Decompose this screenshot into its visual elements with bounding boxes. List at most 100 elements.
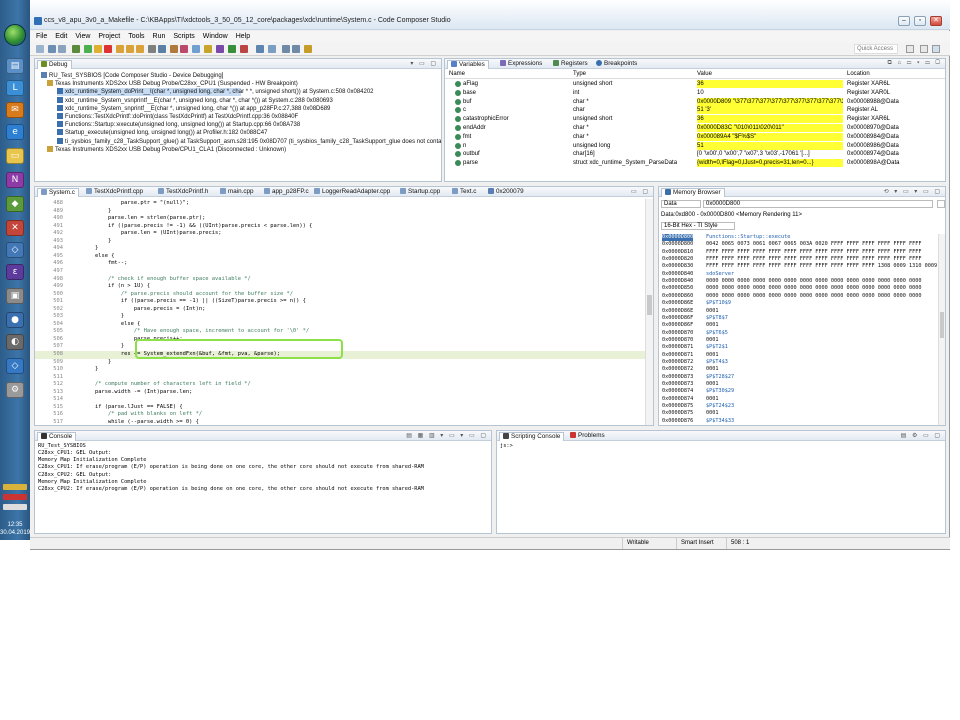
debug-tree-item[interactable]: xdc_runtime_System_snprintf__E(char *, u… — [57, 104, 330, 113]
save-all-icon[interactable] — [58, 45, 66, 53]
editor-tab[interactable]: Text.c — [449, 188, 479, 197]
app-icon-13[interactable]: ◐ — [6, 334, 24, 350]
variable-row[interactable]: c char 51 '3' Register AL — [445, 106, 945, 115]
app-icon-1[interactable]: ▤ — [6, 58, 24, 74]
variable-row[interactable]: catastrophicError unsigned short 36 Registe… — [445, 115, 945, 124]
memory-row[interactable]: 0x0000D870 $P$T6$5 — [659, 330, 939, 337]
code-line[interactable]: 502 parse.precis = (Int)n; — [35, 306, 647, 314]
variable-value[interactable]: 36 — [697, 115, 843, 124]
col-type[interactable]: Type — [573, 70, 693, 78]
code-line[interactable]: 494 } — [35, 245, 647, 253]
step-over-icon[interactable] — [126, 45, 134, 53]
code-line[interactable]: 515 if (parse.lJust == FALSE) { — [35, 404, 647, 412]
variable-row[interactable]: n unsigned long 51 0x00008986@Data — [445, 141, 945, 150]
code-line[interactable]: 510 } — [35, 366, 647, 374]
folder-icon[interactable]: ▭ — [6, 148, 24, 164]
save-icon[interactable] — [48, 45, 56, 53]
code-line[interactable]: 497 — [35, 268, 647, 276]
code-line[interactable]: 492 parse.len = (UInt)parse.precis; — [35, 230, 647, 238]
tab-memory-browser[interactable]: Memory Browser — [661, 188, 725, 197]
variable-value[interactable]: 0x000089A4 "$F%$S" — [697, 132, 843, 141]
variable-value[interactable]: 51 '3' — [697, 106, 843, 115]
app-icon-2[interactable]: L — [6, 80, 24, 96]
memory-row[interactable]: 0x0000D874 $P$T30$29 — [659, 388, 939, 395]
memory-row[interactable]: 0x0000D800 0042 0065 0073 0061 0067 0065 … — [659, 241, 939, 248]
memory-row[interactable]: 0x0000D870 0001 — [659, 337, 939, 344]
debug-tree-item[interactable]: RU_Test_SYSBIOS [Code Composer Studio - … — [41, 72, 223, 80]
onenote-icon[interactable]: N — [6, 172, 24, 188]
code-line[interactable]: 509 } — [35, 359, 647, 367]
tab-problems[interactable]: Problems — [567, 432, 608, 441]
menu-edit[interactable]: Edit — [55, 33, 67, 40]
search-icon[interactable] — [256, 45, 264, 53]
code-editor[interactable]: 488 parse.ptr = "(null)"; 489 } 490 parse.… — [35, 199, 647, 425]
build-icon[interactable] — [170, 45, 178, 53]
code-line[interactable]: 501 if ((parse.precis == -1) || ((SizeT)… — [35, 298, 647, 306]
code-line[interactable]: 500 /* parse.precis should account for t… — [35, 291, 647, 299]
code-line[interactable]: 488 parse.ptr = "(null)"; — [35, 200, 647, 208]
code-line[interactable]: 498 /* check if enough buffer space avai… — [35, 276, 647, 284]
minimize-button[interactable]: – — [898, 16, 910, 26]
debug-tree-item[interactable]: Texas Instruments XDS2xx USB Debug Probe… — [47, 80, 298, 88]
memory-row[interactable]: 0x0000D86F 0001 — [659, 322, 939, 329]
nav-back-icon[interactable] — [282, 45, 290, 53]
variable-value[interactable]: 51 — [697, 141, 843, 150]
memory-scrollbar[interactable] — [938, 234, 945, 425]
debug-tree-item[interactable]: ti_sysbios_family_c28_TaskSupport_glue()… — [57, 137, 441, 146]
code-line[interactable]: 516 /* pad with blanks on left */ — [35, 411, 647, 419]
maximize-button[interactable]: ▫ — [914, 16, 926, 26]
tab-breakpoints[interactable]: Breakpoints — [593, 60, 640, 69]
variable-row[interactable]: aFlag unsigned short 36 Register XAR6L — [445, 80, 945, 88]
menu-view[interactable]: View — [75, 33, 90, 40]
memory-row[interactable]: 0x0000D872 $P$T4$3 — [659, 359, 939, 366]
reset-icon[interactable] — [148, 45, 156, 53]
editor-tab[interactable]: LoggerReadAdapter.cpp — [311, 188, 393, 197]
load-program-icon[interactable] — [192, 45, 200, 53]
variable-row[interactable]: endAddr char * 0x0000D83C "\010\011\020\01… — [445, 124, 945, 132]
tab-console[interactable]: Console — [37, 432, 77, 441]
scripting-controls[interactable]: ▤ ⚙ ▭ ▢ — [901, 432, 942, 439]
variable-value[interactable]: 0x0000D809 "\377\377\377\377\377\377\377… — [697, 97, 843, 106]
ccs-icon[interactable]: ● — [6, 312, 24, 328]
app-icon-3[interactable]: ✉ — [6, 102, 24, 118]
app-icon-10[interactable]: ε — [6, 264, 24, 280]
pin-icon[interactable] — [304, 45, 312, 53]
debug-tree-item[interactable]: Texas Instruments XDS2xx USB Debug Probe… — [47, 145, 286, 154]
memory-row[interactable]: 0x0000D86F $P$T8$7 — [659, 315, 939, 322]
resume-icon[interactable] — [84, 45, 92, 53]
memory-row[interactable]: 0x0000D810 FFFF FFFF FFFF FFFF FFFF FFFF … — [659, 249, 939, 256]
editor-tab[interactable]: TestXdcPrintf.cpp — [83, 188, 146, 197]
code-line[interactable]: 490 parse.len = strlen(parse.ptr); — [35, 215, 647, 223]
variable-row[interactable]: outbuf char[16] [0 '\x00',0 '\x00',7 '\x07… — [445, 150, 945, 158]
app-icon-11[interactable]: ▣ — [6, 288, 24, 304]
app-icon-8[interactable]: ✕ — [6, 220, 24, 236]
open-perspective-icon[interactable] — [906, 45, 914, 53]
code-line[interactable]: 495 else { — [35, 253, 647, 261]
new-icon[interactable] — [36, 45, 44, 53]
editor-tab[interactable]: 0x200079 — [485, 188, 527, 197]
editor-scroll-thumb[interactable] — [647, 295, 652, 315]
script-prompt[interactable]: js:> — [500, 443, 513, 450]
menu-run[interactable]: Run — [153, 33, 166, 40]
menu-window[interactable]: Window — [203, 33, 228, 40]
editor-tab[interactable]: System.c — [37, 188, 79, 197]
variable-row[interactable]: buf char * 0x0000D809 "\377\377\377\377\37… — [445, 97, 945, 106]
prev-edit-icon[interactable] — [268, 45, 276, 53]
memory-row[interactable]: 0x0000D875 0001 — [659, 410, 939, 417]
code-line[interactable]: 491 if ((parse.precis != -1) && ((UInt)p… — [35, 223, 647, 231]
memory-row[interactable]: 0x0000D820 FFFF FFFF FFFF FFFF FFFF FFFF … — [659, 256, 939, 263]
tray-icon-network[interactable] — [3, 504, 27, 510]
memory-address-input[interactable]: 0x0000D800 — [703, 200, 933, 208]
memory-row[interactable]: 0x0000D873 $P$T28$27 — [659, 374, 939, 381]
tab-debug[interactable]: Debug — [37, 60, 72, 69]
memory-row[interactable]: 0x0000D800 Functions::Startup::execute — [659, 234, 939, 242]
memory-row[interactable]: 0x0000D871 0001 — [659, 352, 939, 359]
memory-row[interactable]: 0x0000D840 sdoServer — [659, 271, 939, 278]
menu-tools[interactable]: Tools — [128, 33, 144, 40]
run-icon[interactable] — [228, 45, 236, 53]
variable-value[interactable]: {width=0,lFlag=0,lJust=0,precis=31,len=0… — [697, 159, 843, 168]
col-value[interactable]: Value — [697, 70, 843, 78]
tray-icon-alert[interactable] — [3, 494, 27, 500]
menu-project[interactable]: Project — [98, 33, 120, 40]
memory-row[interactable]: 0x0000D840 0000 0000 0000 0000 0000 0000 … — [659, 278, 939, 285]
